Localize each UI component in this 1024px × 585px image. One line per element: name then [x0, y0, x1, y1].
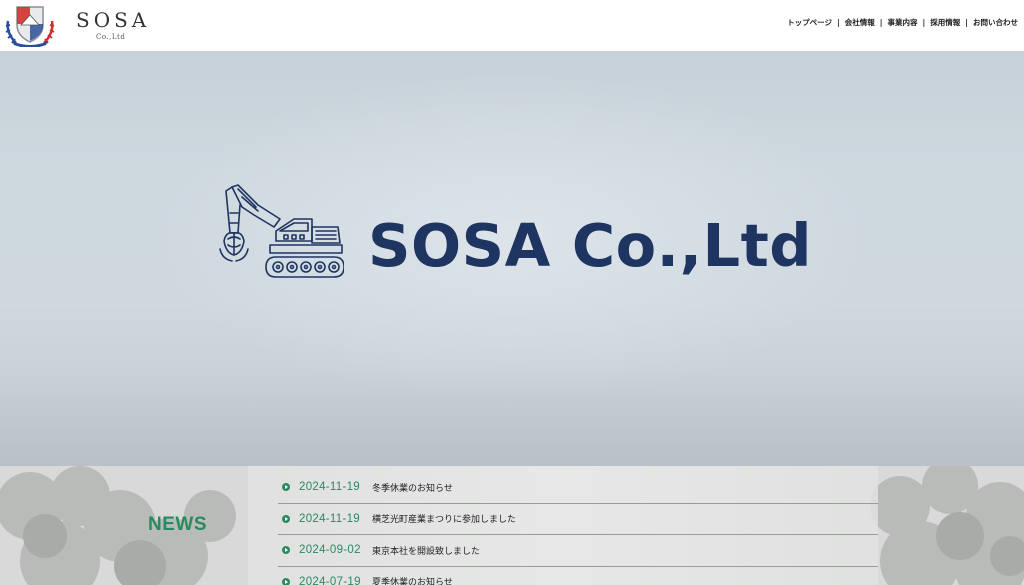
global-nav: トップページ | 会社情報 | 事業内容 | 採用情報 | お問い合わせ — [783, 17, 1022, 28]
site-header: SOSA Co.,Ltd トップページ | 会社情報 | 事業内容 | 採用情報… — [0, 0, 1024, 51]
arrow-circle-icon — [282, 577, 290, 585]
news-section: NEWS 2024-11-19 冬季休業のお知らせ 2024-11-19 横芝光… — [0, 466, 1024, 585]
hero-title: SOSA Co.,Ltd — [368, 211, 813, 280]
news-title-link[interactable]: 夏季休業のお知らせ — [372, 575, 453, 585]
arrow-circle-icon — [282, 546, 290, 555]
news-date: 2024-07-19 — [299, 575, 361, 585]
news-item[interactable]: 2024-09-02 東京本社を開設致しました — [278, 535, 878, 567]
news-item[interactable]: 2024-11-19 冬季休業のお知らせ — [278, 472, 878, 504]
news-date: 2024-11-19 — [299, 512, 360, 525]
news-title-link[interactable]: 冬季休業のお知らせ — [372, 481, 453, 494]
arrow-circle-icon — [282, 483, 290, 492]
news-item[interactable]: 2024-07-19 夏季休業のお知らせ — [278, 567, 878, 585]
nav-item-company[interactable]: 会社情報 — [841, 17, 879, 28]
news-list: 2024-11-19 冬季休業のお知らせ 2024-11-19 横芝光町産業まつ… — [278, 472, 878, 585]
hero-banner: SOSA Co.,Ltd — [0, 51, 1024, 466]
excavator-icon — [219, 184, 344, 278]
logo-text[interactable]: SOSA — [76, 8, 150, 32]
news-title-link[interactable]: 横芝光町産業まつりに参加しました — [372, 512, 516, 525]
news-date: 2024-11-19 — [299, 481, 360, 494]
nav-item-recruit[interactable]: 採用情報 — [926, 17, 964, 28]
news-heading: NEWS — [148, 514, 207, 535]
news-title-link[interactable]: 東京本社を開設致しました — [372, 544, 480, 557]
nav-item-top[interactable]: トップページ — [783, 17, 836, 28]
hero-fog — [0, 366, 1024, 466]
nav-item-contact[interactable]: お問い合わせ — [969, 17, 1022, 28]
company-emblem-logo[interactable] — [4, 3, 56, 47]
news-item[interactable]: 2024-11-19 横芝光町産業まつりに参加しました — [278, 504, 878, 535]
arrow-circle-icon — [282, 514, 290, 523]
news-date: 2024-09-02 — [299, 544, 361, 557]
nav-item-business[interactable]: 事業内容 — [884, 17, 922, 28]
logo-subtitle: Co.,Ltd — [96, 33, 126, 41]
